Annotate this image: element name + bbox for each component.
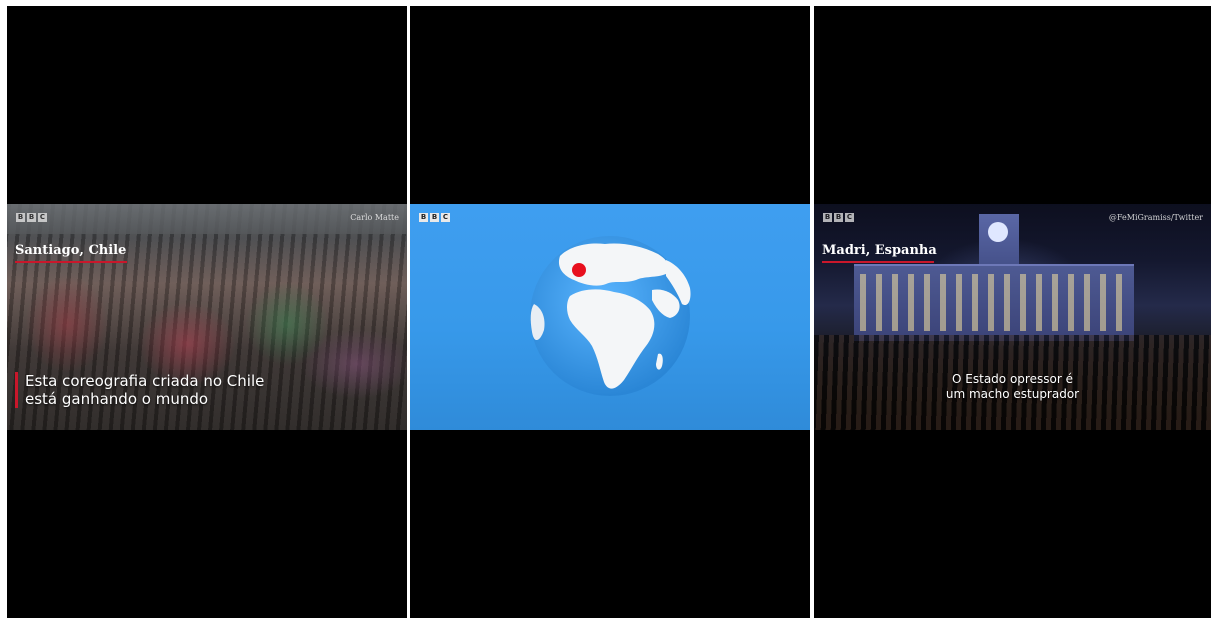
video-frame[interactable]: B B C @FeMiGramiss/Twitter Madri, Espanh…: [814, 204, 1211, 430]
logo-letter: B: [27, 213, 36, 222]
headline-line: está ganhando o mundo: [25, 390, 209, 408]
logo-letter: C: [38, 213, 47, 222]
logo-letter: C: [845, 213, 854, 222]
subtitle-line: O Estado opressor é: [952, 372, 1073, 386]
building: [854, 264, 1134, 341]
headline: Esta coreografia criada no Chile está ga…: [15, 372, 365, 408]
video-frame[interactable]: B B C Carlo Matte Santiago, Chile Esta c…: [7, 204, 407, 430]
video-panel-santiago[interactable]: B B C Carlo Matte Santiago, Chile Esta c…: [7, 6, 407, 618]
logo-letter: B: [16, 213, 25, 222]
photo-credit: Carlo Matte: [350, 213, 399, 222]
location-label: Madri, Espanha: [822, 243, 937, 263]
bbc-logo: B B C: [16, 213, 47, 222]
subtitle-line: um macho estuprador: [945, 387, 1080, 401]
logo-letter: B: [823, 213, 832, 222]
video-panel-madrid[interactable]: B B C @FeMiGramiss/Twitter Madri, Espanh…: [814, 6, 1211, 618]
logo-letter: B: [834, 213, 843, 222]
subtitle: O Estado opressor é um macho estuprador: [814, 372, 1211, 402]
video-panel-globe[interactable]: B B C: [410, 6, 810, 618]
globe-graphic: [530, 236, 691, 396]
video-frame[interactable]: B B C: [410, 204, 810, 430]
clock-face: [988, 222, 1008, 242]
photo-credit: @FeMiGramiss/Twitter: [1108, 213, 1203, 222]
location-marker: [572, 263, 586, 277]
headline-line: Esta coreografia criada no Chile: [25, 372, 265, 390]
location-label: Santiago, Chile: [15, 243, 128, 263]
bbc-logo: B B C: [823, 213, 854, 222]
